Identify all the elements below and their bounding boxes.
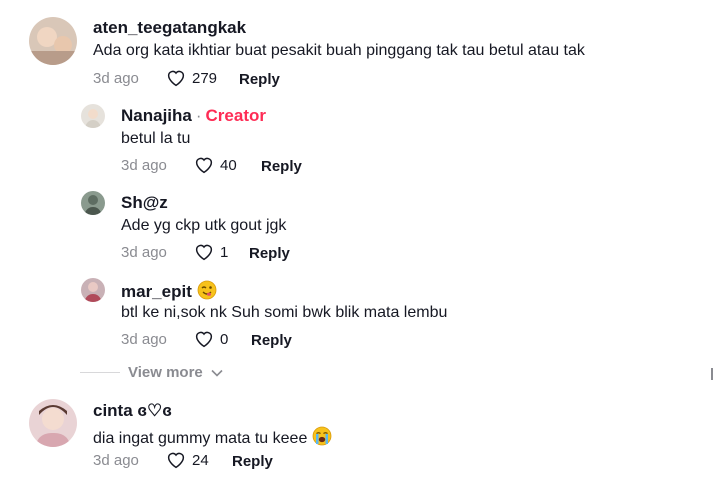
comment-text: dia ingat gummy mata tu keee <box>93 426 332 448</box>
view-more-label: View more <box>128 364 203 381</box>
avatar[interactable] <box>81 191 105 215</box>
comment-text: Ada org kata ikhtiar buat pesakit buah p… <box>93 42 585 59</box>
loudly-crying-emoji-icon <box>312 426 332 446</box>
comment-username[interactable]: Nanajiha · Creator <box>121 106 266 126</box>
reply-button[interactable]: Reply <box>232 453 273 470</box>
comment-time: 3d ago <box>121 157 167 174</box>
heart-icon <box>167 452 185 469</box>
reply-button[interactable]: Reply <box>249 245 290 262</box>
like-count: 0 <box>220 330 229 348</box>
heart-icon <box>195 157 213 174</box>
divider-line <box>80 372 120 373</box>
like-button[interactable]: 279 <box>166 69 217 87</box>
comment-username[interactable]: cinta ɞ♡ɞ <box>93 401 172 421</box>
comment-text: btl ke ni,sok nk Suh somi bwk blik mata … <box>121 304 448 321</box>
comment-username[interactable]: Sh@z <box>121 193 168 213</box>
like-count: 1 <box>220 243 229 261</box>
like-count: 279 <box>192 69 218 87</box>
like-button[interactable]: 24 <box>166 451 209 469</box>
comment-text-label: dia ingat gummy mata tu keee <box>93 430 308 447</box>
reply-button[interactable]: Reply <box>261 158 302 175</box>
heart-icon <box>167 70 185 87</box>
reply-button[interactable]: Reply <box>251 332 292 349</box>
avatar[interactable] <box>81 278 105 302</box>
avatar[interactable] <box>29 17 77 65</box>
comment-text: Ade yg ckp utk gout jgk <box>121 217 287 234</box>
heart-icon <box>195 331 213 348</box>
chevron-down-icon <box>211 369 223 377</box>
comment-username[interactable]: aten_teegatangkak <box>93 18 246 38</box>
winking-tongue-emoji-icon <box>197 280 217 300</box>
comment-time: 3d ago <box>121 244 167 261</box>
comment-time: 3d ago <box>93 452 139 469</box>
separator: · <box>195 106 202 125</box>
avatar[interactable] <box>29 399 77 447</box>
view-more-replies-button[interactable]: View more <box>80 364 223 381</box>
like-count: 24 <box>192 451 209 469</box>
creator-badge: Creator <box>205 106 266 125</box>
comment-text: betul la tu <box>121 130 191 147</box>
comment-username[interactable]: mar_epit <box>121 280 217 302</box>
comment-time: 3d ago <box>93 70 139 87</box>
avatar[interactable] <box>81 104 105 128</box>
like-button[interactable]: 1 <box>194 243 228 261</box>
like-button[interactable]: 0 <box>194 330 228 348</box>
like-button[interactable]: 40 <box>194 156 237 174</box>
comment-time: 3d ago <box>121 331 167 348</box>
like-count: 40 <box>220 156 237 174</box>
username-label: mar_epit <box>121 282 192 301</box>
username-label: Nanajiha <box>121 106 192 125</box>
heart-icon <box>195 244 213 261</box>
reply-button[interactable]: Reply <box>239 71 280 88</box>
